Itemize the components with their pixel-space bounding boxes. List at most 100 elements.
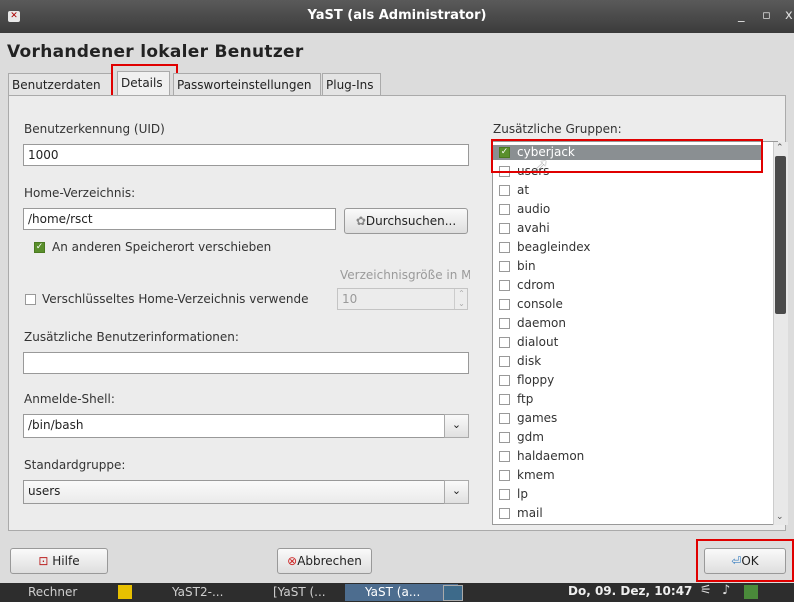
default-group-dropdown-arrow-icon[interactable]: ⌄: [444, 480, 469, 504]
group-checkbox[interactable]: [499, 318, 510, 329]
group-list-item[interactable]: at: [493, 183, 763, 198]
group-checkbox[interactable]: [499, 242, 510, 253]
group-list-item[interactable]: avahi: [493, 221, 763, 236]
taskbar-item[interactable]: YaST2-...: [152, 584, 223, 601]
help-label: Hilfe: [52, 554, 80, 568]
group-name: ftp: [517, 392, 534, 406]
extra-info-input[interactable]: [23, 352, 469, 374]
browse-label: Durchsuchen...: [365, 214, 457, 228]
group-list-item[interactable]: games: [493, 411, 763, 426]
group-checkbox[interactable]: [499, 413, 510, 424]
group-list-item[interactable]: gdm: [493, 430, 763, 445]
cancel-button[interactable]: ⊗Abbrechen: [277, 548, 372, 574]
group-list-item[interactable]: cdrom: [493, 278, 763, 293]
group-list-item[interactable]: bin: [493, 259, 763, 274]
scroll-up-icon[interactable]: ⌃: [776, 143, 784, 153]
notes-icon[interactable]: [118, 585, 132, 599]
volume-icon[interactable]: ♪: [722, 583, 730, 598]
group-name: cdrom: [517, 278, 555, 292]
window-icon[interactable]: [443, 585, 463, 601]
home-label: Home-Verzeichnis:: [24, 186, 136, 200]
group-checkbox[interactable]: [499, 470, 510, 481]
uid-input[interactable]: 1000: [23, 144, 469, 166]
groups-list[interactable]: ✓ cyberjack users at audio avahi beagleindex bi…: [492, 141, 778, 525]
encrypted-home-checkbox[interactable]: [25, 294, 36, 305]
scroll-down-icon[interactable]: ⌄: [776, 512, 784, 522]
group-checkbox[interactable]: [499, 508, 510, 519]
tab-benutzerdaten[interactable]: Benutzerdaten: [8, 73, 113, 95]
group-list-item[interactable]: dialout: [493, 335, 763, 350]
group-name: console: [517, 297, 563, 311]
group-list-item[interactable]: floppy: [493, 373, 763, 388]
encrypted-home-label: Verschlüsseltes Home-Verzeichnis verwend…: [42, 292, 309, 306]
group-checkbox[interactable]: [499, 432, 510, 443]
group-name: disk: [517, 354, 542, 368]
group-list-item[interactable]: disk: [493, 354, 763, 369]
group-name: floppy: [517, 373, 555, 387]
group-checkbox[interactable]: [499, 204, 510, 215]
tab-passworteinstellungen[interactable]: Passworteinstellungen: [173, 73, 321, 95]
cancel-label: Abbrechen: [297, 554, 362, 568]
groups-scrollbar-thumb[interactable]: [775, 156, 786, 314]
highlight-ok-button: [696, 539, 794, 582]
dir-size-label: Verzeichnisgröße in M: [340, 268, 470, 282]
group-checkbox[interactable]: [499, 337, 510, 348]
dir-size-spinbox[interactable]: 10: [337, 288, 468, 310]
clock[interactable]: Do, 09. Dez, 10:47: [568, 584, 692, 598]
group-checkbox[interactable]: [499, 185, 510, 196]
groups-label: Zusätzliche Gruppen:: [493, 122, 622, 136]
group-list-item[interactable]: kmem: [493, 468, 763, 483]
group-name: daemon: [517, 316, 566, 330]
taskbar-item-active[interactable]: YaST (a...: [345, 584, 458, 601]
shell-dropdown-arrow-icon[interactable]: ⌄: [444, 414, 469, 438]
help-button[interactable]: ⊡ Hilfe: [10, 548, 108, 574]
home-input[interactable]: /home/rsct: [23, 208, 336, 230]
spin-arrows-icon[interactable]: ⌃ ⌄: [454, 289, 468, 309]
group-checkbox[interactable]: [499, 223, 510, 234]
move-home-checkbox[interactable]: ✓: [34, 242, 45, 253]
group-list-item[interactable]: ftp: [493, 392, 763, 407]
cancel-icon: ⊗: [287, 554, 298, 568]
default-group-label: Standardgruppe:: [24, 458, 126, 472]
taskbar-item[interactable]: [YaST (...: [253, 584, 326, 601]
group-list-item[interactable]: audio: [493, 202, 763, 217]
group-checkbox[interactable]: [499, 261, 510, 272]
group-name: lp: [517, 487, 528, 501]
group-checkbox[interactable]: [499, 299, 510, 310]
mouse-cursor-icon: ➚: [535, 155, 549, 174]
group-list-item[interactable]: daemon: [493, 316, 763, 331]
group-list-item[interactable]: console: [493, 297, 763, 312]
tray-icon[interactable]: [744, 585, 758, 599]
highlight-cyberjack: [491, 139, 763, 173]
group-name: at: [517, 183, 530, 197]
minimize-icon[interactable]: _: [738, 8, 745, 23]
group-checkbox[interactable]: [499, 451, 510, 462]
window-titlebar: ✕ YaST (als Administrator) _ ▫ x: [0, 0, 794, 33]
group-name: gdm: [517, 430, 544, 444]
group-checkbox[interactable]: [499, 394, 510, 405]
uid-label: Benutzerkennung (UID): [24, 122, 165, 136]
taskbar: Rechner YaST2-... [YaST (... YaST (a... …: [0, 583, 794, 602]
group-list-item[interactable]: beagleindex: [493, 240, 763, 255]
group-checkbox[interactable]: [499, 375, 510, 386]
taskbar-item[interactable]: Rechner: [8, 584, 77, 601]
tab-plugins[interactable]: Plug-Ins: [322, 73, 381, 95]
group-name: audio: [517, 202, 551, 216]
help-icon: ⊡: [38, 554, 49, 568]
group-name: beagleindex: [517, 240, 591, 254]
group-name: dialout: [517, 335, 559, 349]
group-checkbox[interactable]: [499, 489, 510, 500]
browse-button[interactable]: ✿Durchsuchen...: [344, 208, 468, 234]
default-group-combobox[interactable]: users: [23, 480, 469, 504]
group-checkbox[interactable]: [499, 280, 510, 291]
extra-close-icon[interactable]: x: [785, 8, 793, 23]
shell-combobox[interactable]: /bin/bash: [23, 414, 469, 438]
folder-icon: ✿: [355, 214, 366, 228]
group-list-item[interactable]: lp: [493, 487, 763, 502]
extra-info-label: Zusätzliche Benutzerinformationen:: [24, 330, 239, 344]
group-list-item[interactable]: mail: [493, 506, 763, 521]
group-checkbox[interactable]: [499, 356, 510, 367]
group-list-item[interactable]: haldaemon: [493, 449, 763, 464]
network-icon[interactable]: ⚟: [700, 583, 712, 598]
maximize-icon[interactable]: ▫: [762, 8, 771, 23]
